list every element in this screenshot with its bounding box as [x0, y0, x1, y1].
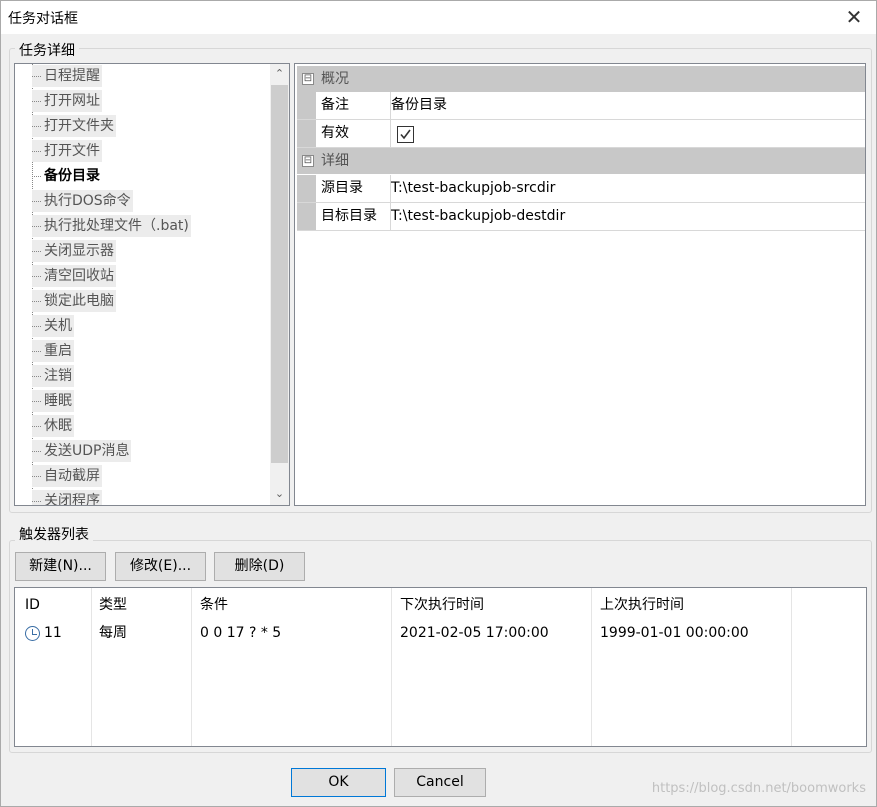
category-details[interactable]: ⊟ 详细 [297, 148, 865, 174]
tree-item[interactable]: 重启 [32, 340, 74, 362]
tree-item[interactable]: 注销 [32, 365, 74, 387]
column-header-condition[interactable]: 条件 [190, 588, 228, 622]
column-header-last-run[interactable]: 上次执行时间 [590, 588, 684, 622]
collapse-icon[interactable]: ⊟ [302, 73, 314, 85]
property-row-source-dir[interactable]: 源目录 T:\test-backupjob-srcdir [297, 175, 865, 203]
check-icon [400, 129, 411, 140]
tree-item[interactable]: 清空回收站 [32, 265, 116, 287]
watermark: https://blog.csdn.net/boomworks [651, 781, 866, 796]
tree-item[interactable]: 关闭显示器 [32, 240, 116, 262]
scroll-down-icon[interactable]: ⌄ [270, 484, 289, 504]
tree-item[interactable]: 锁定此电脑 [32, 290, 116, 312]
tree-item[interactable]: 执行DOS命令 [32, 190, 133, 212]
row-margin [297, 92, 316, 119]
close-icon[interactable]: ✕ [842, 5, 866, 29]
property-name: 源目录 [316, 175, 391, 202]
tree-item[interactable]: 打开文件 [32, 140, 102, 162]
tree-item[interactable]: 备份目录 [32, 165, 102, 187]
clock-icon [25, 626, 40, 641]
edit-trigger-button[interactable]: 修改(E)... [115, 552, 206, 581]
column-divider [791, 588, 792, 746]
trigger-list[interactable]: ID 类型 条件 下次执行时间 上次执行时间 11 每周 0 0 17 ? * … [14, 587, 867, 747]
cancel-button[interactable]: Cancel [394, 768, 486, 797]
property-value[interactable]: T:\test-backupjob-destdir [391, 203, 565, 230]
tree-item[interactable]: 发送UDP消息 [32, 440, 132, 462]
tree-item[interactable]: 休眠 [32, 415, 74, 437]
row-margin [297, 120, 316, 147]
property-name: 备注 [316, 92, 391, 119]
property-name: 目标目录 [316, 203, 391, 230]
tree-scrollbar[interactable]: ⌃ ⌄ [270, 64, 289, 505]
property-row-note[interactable]: 备注 备份目录 [297, 92, 865, 120]
row-margin [297, 175, 316, 202]
property-name: 有效 [316, 120, 391, 147]
row-margin [297, 203, 316, 230]
category-overview[interactable]: ⊟ 概况 [297, 66, 865, 92]
task-details-label: 任务详细 [15, 40, 79, 60]
collapse-icon[interactable]: ⊟ [302, 155, 314, 167]
cell-last-run: 1999-01-01 00:00:00 [600, 625, 749, 641]
title-bar: 任务对话框 ✕ [1, 1, 876, 34]
category-label: 详细 [321, 153, 349, 169]
scrollbar-thumb[interactable] [271, 85, 288, 463]
category-label: 概况 [321, 71, 349, 87]
property-row-enabled[interactable]: 有效 [297, 120, 865, 148]
tree-item[interactable]: 关闭程序 [32, 490, 102, 505]
property-row-target-dir[interactable]: 目标目录 T:\test-backupjob-destdir [297, 203, 865, 231]
property-grid: ⊟ 概况 备注 备份目录 有效 ⊟ 详细 源目录 T:\test-backupj… [294, 63, 866, 506]
tree-item[interactable]: 自动截屏 [32, 465, 102, 487]
cell-next-run: 2021-02-05 17:00:00 [400, 625, 549, 641]
task-type-tree[interactable]: 日程提醒打开网址打开文件夹打开文件备份目录执行DOS命令执行批处理文件（.bat… [14, 63, 290, 506]
column-header-id[interactable]: ID [15, 588, 40, 622]
tree-item[interactable]: 日程提醒 [32, 65, 102, 87]
cell-type: 每周 [99, 625, 127, 641]
tree-item[interactable]: 睡眠 [32, 390, 74, 412]
new-trigger-button[interactable]: 新建(N)... [15, 552, 106, 581]
tree-item[interactable]: 打开文件夹 [32, 115, 116, 137]
delete-trigger-button[interactable]: 删除(D) [214, 552, 305, 581]
column-header-type[interactable]: 类型 [89, 588, 127, 622]
tree-item[interactable]: 执行批处理文件（.bat) [32, 215, 191, 237]
trigger-list-label: 触发器列表 [15, 524, 93, 544]
ok-button[interactable]: OK [291, 768, 386, 797]
column-header-next-run[interactable]: 下次执行时间 [390, 588, 484, 622]
scroll-up-icon[interactable]: ⌃ [270, 64, 289, 84]
property-value[interactable]: 备份目录 [391, 92, 447, 119]
tree-item[interactable]: 打开网址 [32, 90, 102, 112]
tree-item[interactable]: 关机 [32, 315, 74, 337]
property-value[interactable]: T:\test-backupjob-srcdir [391, 175, 555, 202]
cell-id: 11 [44, 625, 62, 641]
cell-condition: 0 0 17 ? * 5 [200, 625, 282, 641]
enabled-checkbox[interactable] [397, 126, 414, 143]
task-dialog-window: 任务对话框 ✕ 任务详细 日程提醒 打开网址 打开文件夹 打开文件 备份目录 执行DOS命… [0, 0, 877, 807]
window-title: 任务对话框 [8, 11, 78, 27]
